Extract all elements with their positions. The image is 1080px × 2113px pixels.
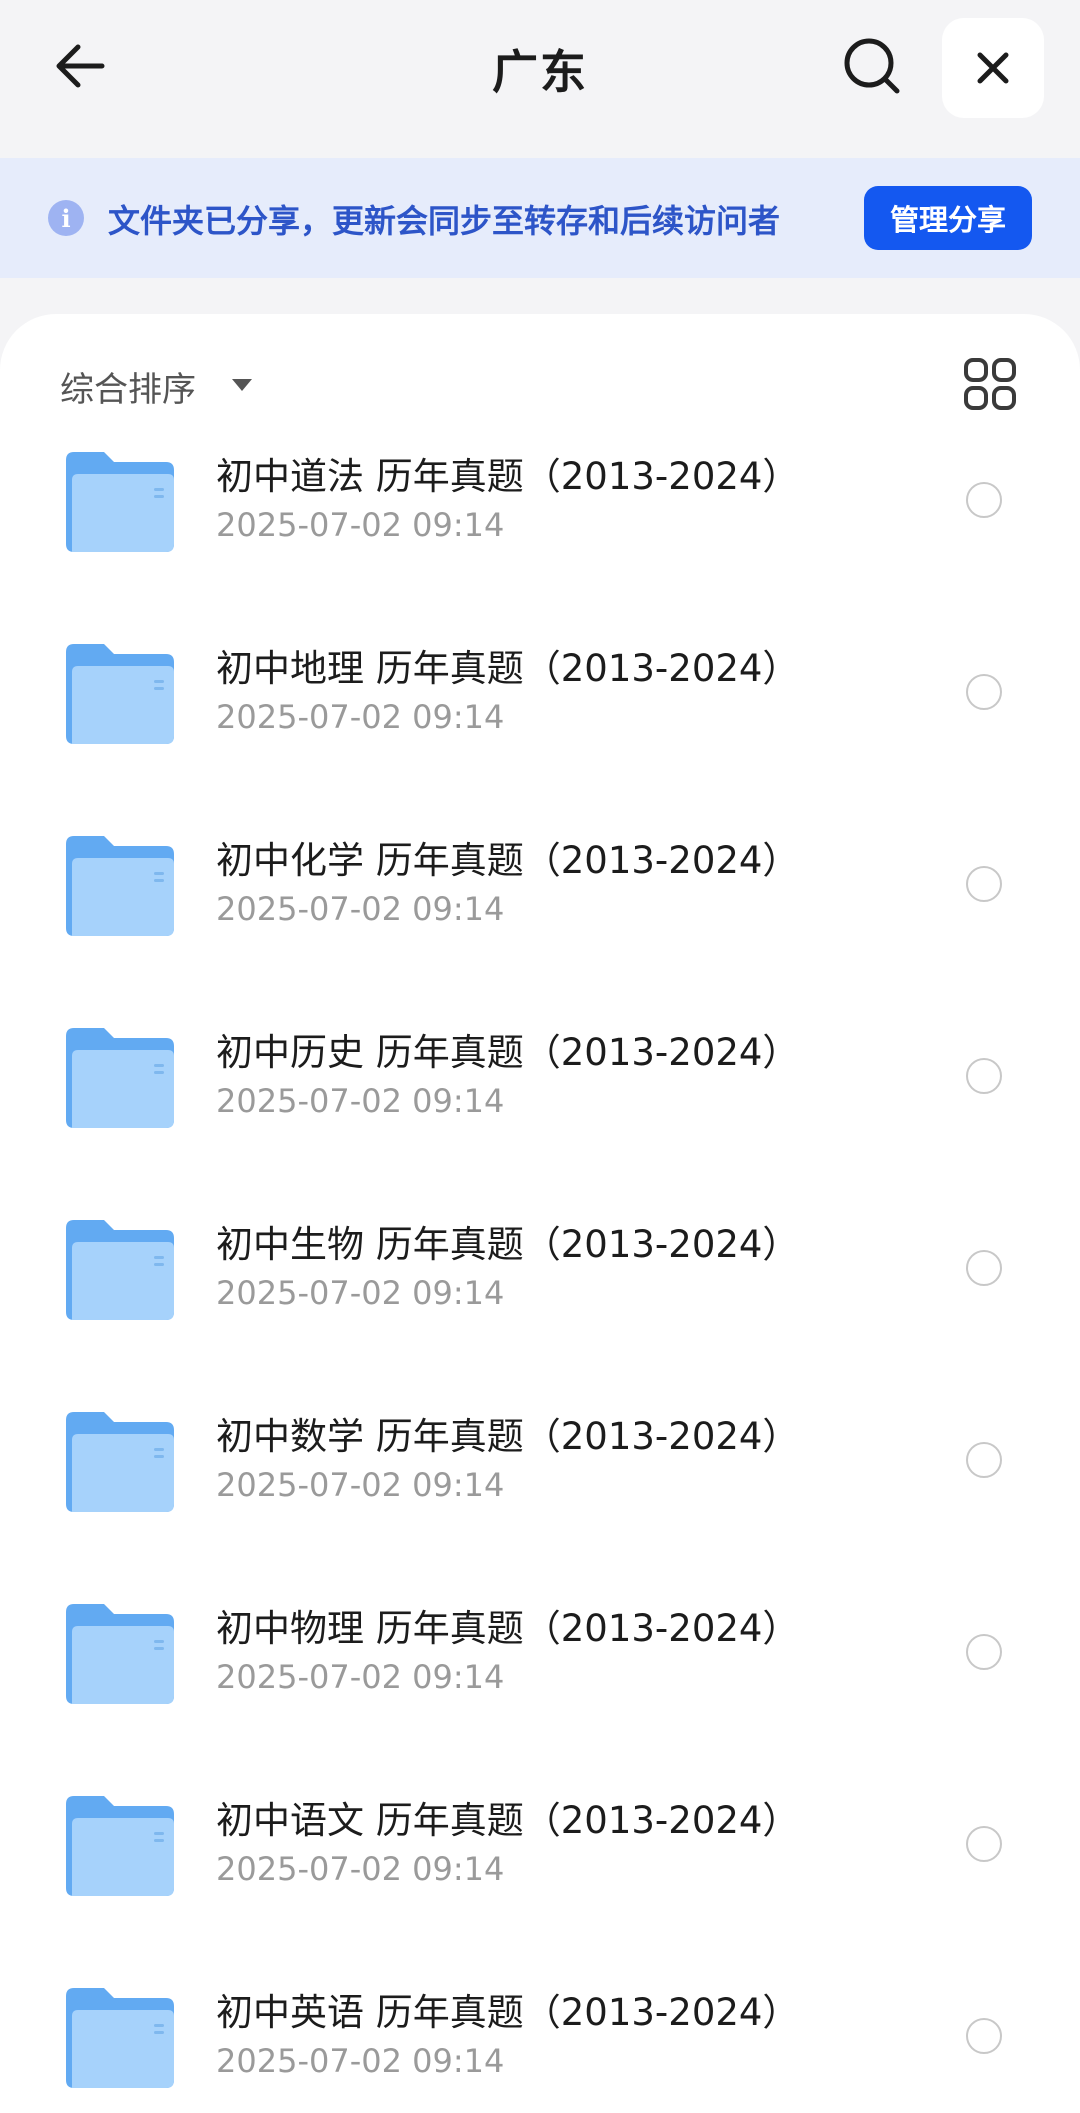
caret-down-icon[interactable] (231, 378, 253, 392)
file-name: 初中生物 历年真题（2013-2024） (216, 1223, 800, 1266)
search-icon (844, 38, 900, 94)
manage-share-button[interactable]: 管理分享 (864, 186, 1032, 250)
file-modified-time: 2025-07-02 09:14 (216, 890, 505, 928)
list-item[interactable]: 初中生物 历年真题（2013-2024） 2025-07-02 09:14 (0, 1198, 1080, 1390)
file-modified-time: 2025-07-02 09:14 (216, 1274, 505, 1312)
file-modified-time: 2025-07-02 09:14 (216, 1466, 505, 1504)
folder-icon (66, 1028, 174, 1128)
list-item[interactable]: 初中物理 历年真题（2013-2024） 2025-07-02 09:14 (0, 1582, 1080, 1774)
list-item[interactable]: 初中地理 历年真题（2013-2024） 2025-07-02 09:14 (0, 622, 1080, 814)
select-checkbox[interactable] (966, 1250, 1002, 1286)
file-name: 初中数学 历年真题（2013-2024） (216, 1415, 800, 1458)
info-icon: i (48, 200, 84, 236)
file-name: 初中物理 历年真题（2013-2024） (216, 1607, 800, 1650)
folder-icon (66, 452, 174, 552)
list-item[interactable]: 初中历史 历年真题（2013-2024） 2025-07-02 09:14 (0, 1006, 1080, 1198)
file-name: 初中化学 历年真题（2013-2024） (216, 839, 800, 882)
search-button[interactable] (836, 30, 908, 102)
top-bar: 广东 (0, 0, 1080, 158)
folder-icon (66, 1604, 174, 1704)
list-item[interactable]: 初中语文 历年真题（2013-2024） 2025-07-02 09:14 (0, 1774, 1080, 1966)
close-icon (977, 52, 1009, 84)
folder-icon (66, 1796, 174, 1896)
file-modified-time: 2025-07-02 09:14 (216, 698, 505, 736)
select-checkbox[interactable] (966, 1058, 1002, 1094)
share-notice-text: 文件夹已分享，更新会同步至转存和后续访问者 (108, 202, 781, 240)
file-name: 初中历史 历年真题（2013-2024） (216, 1031, 800, 1074)
file-modified-time: 2025-07-02 09:14 (216, 1658, 505, 1696)
file-modified-time: 2025-07-02 09:14 (216, 506, 505, 544)
grid-view-icon[interactable] (962, 356, 1018, 412)
select-checkbox[interactable] (966, 1442, 1002, 1478)
select-checkbox[interactable] (966, 482, 1002, 518)
select-checkbox[interactable] (966, 1634, 1002, 1670)
file-name: 初中地理 历年真题（2013-2024） (216, 647, 800, 690)
file-modified-time: 2025-07-02 09:14 (216, 1850, 505, 1888)
folder-icon (66, 1412, 174, 1512)
list-item[interactable]: 初中道法 历年真题（2013-2024） 2025-07-02 09:14 (0, 430, 1080, 622)
select-checkbox[interactable] (966, 674, 1002, 710)
select-checkbox[interactable] (966, 1826, 1002, 1862)
list-item[interactable]: 初中数学 历年真题（2013-2024） 2025-07-02 09:14 (0, 1390, 1080, 1582)
folder-icon (66, 1220, 174, 1320)
folder-icon (66, 1988, 174, 2088)
close-button[interactable] (942, 18, 1044, 118)
list-item[interactable]: 初中英语 历年真题（2013-2024） 2025-07-02 09:14 (0, 1966, 1080, 2113)
page-title: 广东 (492, 45, 588, 99)
folder-icon (66, 836, 174, 936)
file-name: 初中语文 历年真题（2013-2024） (216, 1799, 800, 1842)
file-name: 初中英语 历年真题（2013-2024） (216, 1991, 800, 2034)
file-modified-time: 2025-07-02 09:14 (216, 1082, 505, 1120)
folder-icon (66, 644, 174, 744)
file-modified-time: 2025-07-02 09:14 (216, 2042, 505, 2080)
file-name: 初中道法 历年真题（2013-2024） (216, 455, 800, 498)
list-item[interactable]: 初中化学 历年真题（2013-2024） 2025-07-02 09:14 (0, 814, 1080, 1006)
sort-dropdown[interactable]: 综合排序 (60, 362, 196, 411)
select-checkbox[interactable] (966, 2018, 1002, 2054)
select-checkbox[interactable] (966, 866, 1002, 902)
